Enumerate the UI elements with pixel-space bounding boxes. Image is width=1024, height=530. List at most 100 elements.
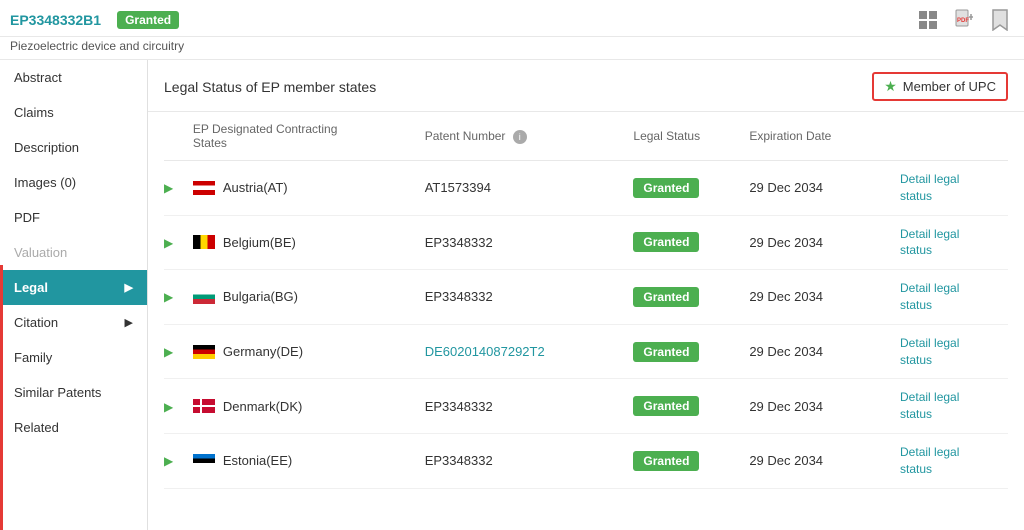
patent-number-cell: EP3348332	[417, 433, 626, 488]
upc-marker-cell: ▶	[164, 270, 185, 325]
sidebar-item-images[interactable]: Images (0)	[0, 165, 147, 200]
flag-at-icon	[193, 181, 215, 195]
status-badge: Granted	[633, 287, 699, 307]
status-badge: Granted	[633, 178, 699, 198]
country-cell: Bulgaria(BG)	[185, 270, 417, 325]
upc-marker-cell: ▶	[164, 161, 185, 216]
detail-legal-link[interactable]: Detail legalstatus	[900, 227, 959, 258]
patent-number-cell: AT1573394	[417, 161, 626, 216]
upc-marker-icon: ▶	[164, 290, 173, 304]
country-name: Estonia(EE)	[223, 453, 292, 468]
sidebar-item-pdf[interactable]: PDF	[0, 200, 147, 235]
upc-marker-icon: ▶	[164, 400, 173, 414]
status-cell: Granted	[625, 215, 741, 270]
detail-legal-link[interactable]: Detail legalstatus	[900, 390, 959, 421]
detail-cell[interactable]: Detail legalstatus	[892, 379, 1008, 434]
detail-cell[interactable]: Detail legalstatus	[892, 215, 1008, 270]
flag-be-icon	[193, 235, 215, 249]
expiry-cell: 29 Dec 2034	[741, 324, 892, 379]
table-row: ▶ Germany(DE) DE602014087292T2 Granted 29 …	[164, 324, 1008, 379]
expiry-cell: 29 Dec 2034	[741, 161, 892, 216]
sidebar-item-abstract[interactable]: Abstract	[0, 60, 147, 95]
flag-ee-icon	[193, 454, 215, 468]
table-header-row: EP Designated Contracting States Patent …	[164, 112, 1008, 161]
flag-dk-icon	[193, 399, 215, 413]
table-row: ▶ Austria(AT) AT1573394 Granted 29 Dec 203…	[164, 161, 1008, 216]
expiry-cell: 29 Dec 2034	[741, 433, 892, 488]
country-name: Denmark(DK)	[223, 399, 302, 414]
patent-number-cell: EP3348332	[417, 379, 626, 434]
bookmark-icon[interactable]	[986, 6, 1014, 34]
table-row: ▶ Denmark(DK) EP3348332 Granted 29 Dec 203…	[164, 379, 1008, 434]
sidebar-item-related[interactable]: Related	[0, 410, 147, 445]
patent-number-cell: EP3348332	[417, 270, 626, 325]
upc-marker-icon: ▶	[164, 181, 173, 195]
pdf-icon[interactable]: PDF	[950, 6, 978, 34]
col-upc-marker	[164, 112, 185, 161]
expiry-cell: 29 Dec 2034	[741, 215, 892, 270]
expiry-cell: 29 Dec 2034	[741, 270, 892, 325]
header-top: EP3348332B1 Granted PDF	[0, 0, 1024, 37]
col-status-header: Legal Status	[625, 112, 741, 161]
citation-chevron-icon: ▶	[125, 316, 133, 329]
red-left-bar	[0, 265, 3, 530]
flag-de-icon	[193, 345, 215, 359]
sidebar-item-claims[interactable]: Claims	[0, 95, 147, 130]
col-patent-header: Patent Number i	[417, 112, 626, 161]
sidebar: Abstract Claims Description Images (0) P…	[0, 60, 148, 530]
svg-text:PDF: PDF	[957, 18, 969, 24]
expiry-cell: 29 Dec 2034	[741, 379, 892, 434]
upc-star-icon: ★	[884, 78, 897, 95]
upc-marker-cell: ▶	[164, 433, 185, 488]
detail-cell[interactable]: Detail legalstatus	[892, 433, 1008, 488]
upc-marker-cell: ▶	[164, 379, 185, 434]
status-badge: Granted	[633, 342, 699, 362]
detail-cell[interactable]: Detail legalstatus	[892, 161, 1008, 216]
header-icons: PDF	[914, 6, 1014, 34]
detail-legal-link[interactable]: Detail legalstatus	[900, 281, 959, 312]
detail-legal-link[interactable]: Detail legalstatus	[900, 445, 959, 476]
member-upc-button[interactable]: ★ Member of UPC	[872, 72, 1008, 101]
upc-marker-cell: ▶	[164, 324, 185, 379]
status-badge: Granted	[633, 232, 699, 252]
sidebar-item-description[interactable]: Description	[0, 130, 147, 165]
table-row: ▶ Bulgaria(BG) EP3348332 Granted 29 Dec 20…	[164, 270, 1008, 325]
status-badge: Granted	[633, 396, 699, 416]
country-cell: Germany(DE)	[185, 324, 417, 379]
status-cell: Granted	[625, 433, 741, 488]
patent-number-cell: EP3348332	[417, 215, 626, 270]
patent-number-cell[interactable]: DE602014087292T2	[417, 324, 626, 379]
table-row: ▶ Belgium(BE) EP3348332Granted29 Dec 203…	[164, 215, 1008, 270]
detail-cell[interactable]: Detail legalstatus	[892, 270, 1008, 325]
header-granted-badge: Granted	[117, 11, 179, 29]
sidebar-item-family[interactable]: Family	[0, 340, 147, 375]
col-country-header: EP Designated Contracting States	[185, 112, 417, 161]
sidebar-item-citation[interactable]: Citation ▶	[0, 305, 147, 340]
status-badge: Granted	[633, 451, 699, 471]
flag-bg-icon	[193, 290, 215, 304]
status-cell: Granted	[625, 161, 741, 216]
legal-chevron-icon: ▶	[125, 281, 133, 294]
legal-section-header: Legal Status of EP member states ★ Membe…	[148, 60, 1024, 112]
status-cell: Granted	[625, 379, 741, 434]
patent-number-link[interactable]: DE602014087292T2	[425, 344, 545, 359]
upc-marker-icon: ▶	[164, 454, 173, 468]
country-name: Austria(AT)	[223, 180, 288, 195]
patent-id: EP3348332B1	[10, 12, 101, 28]
upc-marker-icon: ▶	[164, 345, 173, 359]
patent-info-icon[interactable]: i	[513, 130, 527, 144]
legal-table-container: EP Designated Contracting States Patent …	[148, 112, 1024, 489]
country-cell: Belgium(BE)	[185, 215, 417, 270]
detail-legal-link[interactable]: Detail legalstatus	[900, 172, 959, 203]
grid-icon[interactable]	[914, 6, 942, 34]
col-expiry-header: Expiration Date	[741, 112, 892, 161]
sidebar-item-similar-patents[interactable]: Similar Patents	[0, 375, 147, 410]
sidebar-item-legal[interactable]: Legal ▶	[0, 270, 147, 305]
status-cell: Granted	[625, 324, 741, 379]
country-name: Bulgaria(BG)	[223, 289, 298, 304]
detail-cell[interactable]: Detail legalstatus	[892, 324, 1008, 379]
country-name: Germany(DE)	[223, 344, 303, 359]
detail-legal-link[interactable]: Detail legalstatus	[900, 336, 959, 367]
sidebar-item-valuation[interactable]: Valuation	[0, 235, 147, 270]
country-name: Belgium(BE)	[223, 235, 296, 250]
